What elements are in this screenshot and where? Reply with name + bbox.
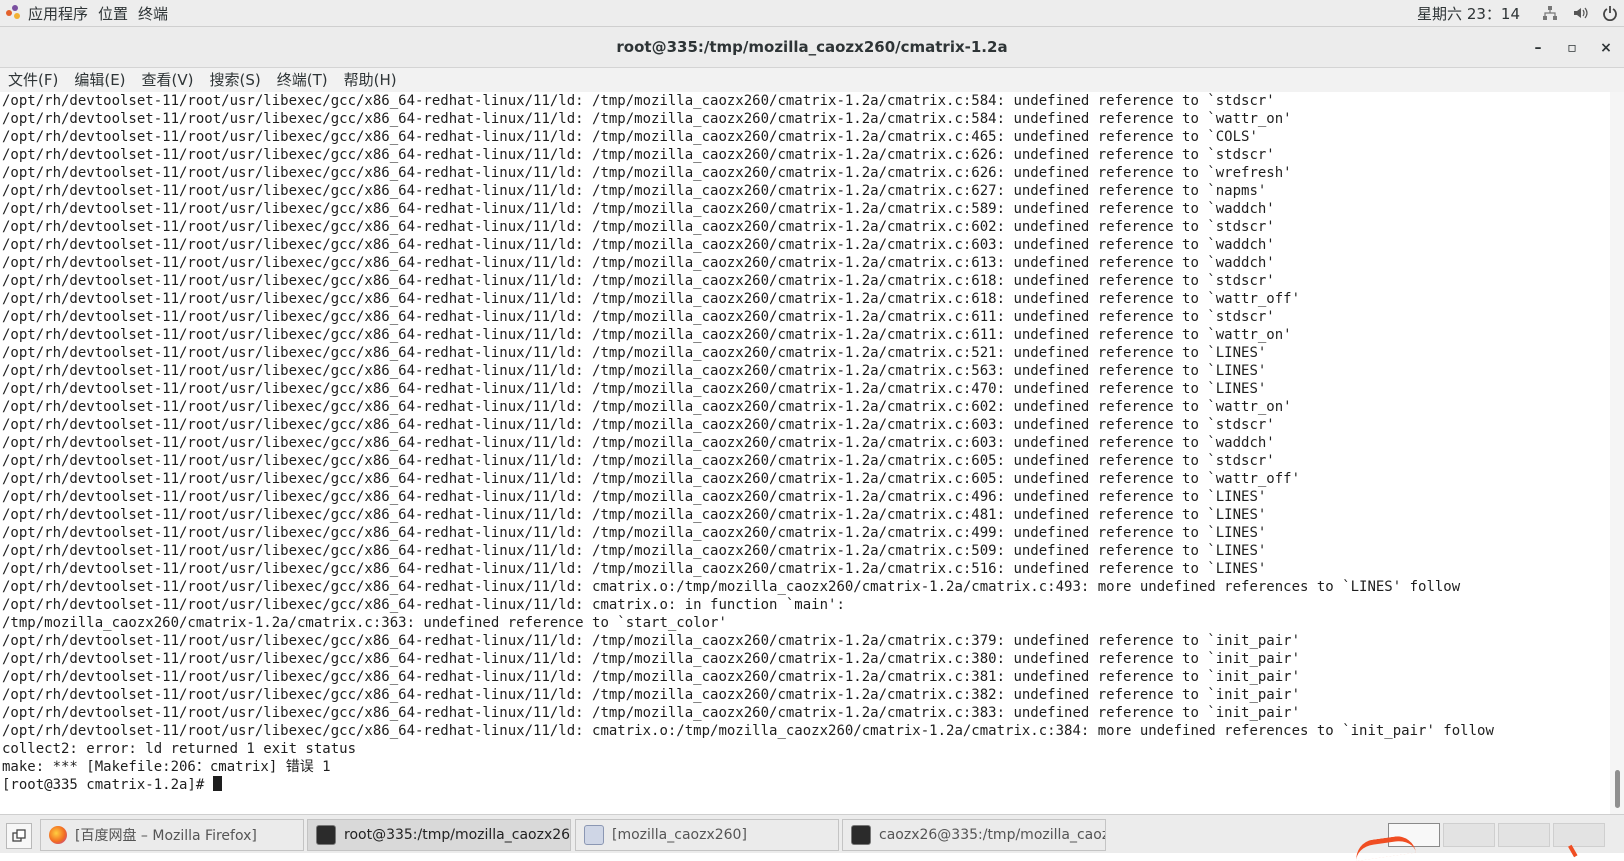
terminal-line: /opt/rh/devtoolset-11/root/usr/libexec/g… <box>2 345 1267 361</box>
terminal-line: /opt/rh/devtoolset-11/root/usr/libexec/g… <box>2 129 1258 145</box>
terminal-line: /opt/rh/devtoolset-11/root/usr/libexec/g… <box>2 597 845 613</box>
applications-icon <box>6 5 22 21</box>
scrollbar-thumb[interactable] <box>1615 770 1620 808</box>
terminal-line: /opt/rh/devtoolset-11/root/usr/libexec/g… <box>2 435 1275 451</box>
terminal-line: /opt/rh/devtoolset-11/root/usr/libexec/g… <box>2 525 1267 541</box>
terminal-line: /opt/rh/devtoolset-11/root/usr/libexec/g… <box>2 471 1301 487</box>
terminal-line: /opt/rh/devtoolset-11/root/usr/libexec/g… <box>2 633 1301 649</box>
file-manager-icon <box>584 825 604 845</box>
terminal-cursor <box>212 776 222 791</box>
close-button[interactable]: × <box>1595 37 1617 59</box>
menu-edit[interactable]: 编辑(E) <box>66 68 133 92</box>
terminal-line: /opt/rh/devtoolset-11/root/usr/libexec/g… <box>2 687 1301 703</box>
terminal-line: /opt/rh/devtoolset-11/root/usr/libexec/g… <box>2 93 1275 109</box>
terminal-line: /opt/rh/devtoolset-11/root/usr/libexec/g… <box>2 705 1301 721</box>
menu-help[interactable]: 帮助(H) <box>336 68 405 92</box>
terminal-line: /opt/rh/devtoolset-11/root/usr/libexec/g… <box>2 507 1267 523</box>
terminal-icon <box>851 825 871 845</box>
clock[interactable]: 星期六 23：14 <box>1417 3 1520 24</box>
task-file-manager[interactable]: [mozilla_caozx260] <box>575 819 839 851</box>
places-label: 位置 <box>98 4 129 23</box>
task-label: root@335:/tmp/mozilla_caozx260/··· <box>344 827 571 843</box>
terminal-line: /opt/rh/devtoolset-11/root/usr/libexec/g… <box>2 327 1292 343</box>
terminal-line: /opt/rh/devtoolset-11/root/usr/libexec/g… <box>2 543 1267 559</box>
menu-view[interactable]: 查看(V) <box>134 68 202 92</box>
terminal-prompt[interactable]: [root@335 cmatrix-1.2a]# <box>2 776 1610 794</box>
terminal-app-menu[interactable]: 终端 <box>138 0 178 26</box>
workspace-3[interactable] <box>1498 823 1550 847</box>
show-desktop-icon <box>12 829 26 842</box>
maximize-button[interactable]: ▫ <box>1561 37 1583 59</box>
task-label: [mozilla_caozx260] <box>612 827 747 843</box>
terminal-lines: /opt/rh/devtoolset-11/root/usr/libexec/g… <box>0 92 1610 794</box>
task-terminal-user[interactable]: caozx26@335:/tmp/mozilla_caozx··· <box>842 819 1106 851</box>
terminal-scrollbar[interactable] <box>1610 92 1624 814</box>
terminal-icon <box>316 825 336 845</box>
task-firefox[interactable]: [百度网盘 – Mozilla Firefox] <box>40 819 304 851</box>
terminal-line: /opt/rh/devtoolset-11/root/usr/libexec/g… <box>2 183 1267 199</box>
places-menu[interactable]: 位置 <box>98 0 138 26</box>
terminal-line: /opt/rh/devtoolset-11/root/usr/libexec/g… <box>2 165 1292 181</box>
terminal-line: /opt/rh/devtoolset-11/root/usr/libexec/g… <box>2 579 1461 595</box>
terminal-line: /opt/rh/devtoolset-11/root/usr/libexec/g… <box>2 147 1275 163</box>
terminal-line: /opt/rh/devtoolset-11/root/usr/libexec/g… <box>2 273 1275 289</box>
terminal-line: /opt/rh/devtoolset-11/root/usr/libexec/g… <box>2 489 1267 505</box>
applications-menu[interactable]: 应用程序 <box>0 0 98 26</box>
applications-label: 应用程序 <box>28 4 89 23</box>
task-terminal-root[interactable]: root@335:/tmp/mozilla_caozx260/··· <box>307 819 571 851</box>
power-icon[interactable] <box>1602 5 1618 21</box>
terminal-line: /opt/rh/devtoolset-11/root/usr/libexec/g… <box>2 669 1301 685</box>
terminal-line: collect2: error: ld returned 1 exit stat… <box>2 741 357 757</box>
prompt-text: [root@335 cmatrix-1.2a]# <box>2 777 213 793</box>
terminal-line: /opt/rh/devtoolset-11/root/usr/libexec/g… <box>2 309 1275 325</box>
network-icon[interactable] <box>1542 5 1558 21</box>
terminal-line: /opt/rh/devtoolset-11/root/usr/libexec/g… <box>2 201 1275 217</box>
terminal-line: /opt/rh/devtoolset-11/root/usr/libexec/g… <box>2 417 1275 433</box>
terminal-line: /opt/rh/devtoolset-11/root/usr/libexec/g… <box>2 111 1292 127</box>
minimize-button[interactable]: – <box>1527 37 1549 59</box>
workspace-2[interactable] <box>1443 823 1495 847</box>
terminal-line: /opt/rh/devtoolset-11/root/usr/libexec/g… <box>2 399 1292 415</box>
window-titlebar[interactable]: root@335:/tmp/mozilla_caozx260/cmatrix-1… <box>0 27 1624 68</box>
terminal-line: /opt/rh/devtoolset-11/root/usr/libexec/g… <box>2 255 1275 271</box>
menubar: 文件(F) 编辑(E) 查看(V) 搜索(S) 终端(T) 帮助(H) <box>0 68 1624 92</box>
task-label: caozx26@335:/tmp/mozilla_caozx··· <box>879 827 1106 843</box>
menu-file[interactable]: 文件(F) <box>0 68 66 92</box>
terminal-line: /opt/rh/devtoolset-11/root/usr/libexec/g… <box>2 453 1275 469</box>
terminal-line: /opt/rh/devtoolset-11/root/usr/libexec/g… <box>2 561 1267 577</box>
terminal-line: /opt/rh/devtoolset-11/root/usr/libexec/g… <box>2 651 1301 667</box>
terminal-line: /opt/rh/devtoolset-11/root/usr/libexec/g… <box>2 291 1301 307</box>
terminal-line: /opt/rh/devtoolset-11/root/usr/libexec/g… <box>2 237 1275 253</box>
firefox-icon <box>49 826 67 844</box>
top-panel: 应用程序 位置 终端 星期六 23：14 <box>0 0 1624 27</box>
menu-terminal[interactable]: 终端(T) <box>269 68 336 92</box>
terminal-line: /opt/rh/devtoolset-11/root/usr/libexec/g… <box>2 219 1275 235</box>
terminal-line: /opt/rh/devtoolset-11/root/usr/libexec/g… <box>2 363 1267 379</box>
menu-search[interactable]: 搜索(S) <box>202 68 269 92</box>
terminal-line: /opt/rh/devtoolset-11/root/usr/libexec/g… <box>2 723 1494 739</box>
volume-icon[interactable] <box>1572 5 1588 21</box>
terminal-output[interactable]: /opt/rh/devtoolset-11/root/usr/libexec/g… <box>0 92 1610 814</box>
terminal-app-label: 终端 <box>138 4 169 23</box>
terminal-line: /opt/rh/devtoolset-11/root/usr/libexec/g… <box>2 381 1267 397</box>
task-label: [百度网盘 – Mozilla Firefox] <box>75 828 257 844</box>
terminal-line: /tmp/mozilla_caozx260/cmatrix-1.2a/cmatr… <box>2 615 727 631</box>
show-desktop-button[interactable] <box>6 823 32 849</box>
system-tray: 星期六 23：14 <box>1417 0 1618 26</box>
terminal-line: make: *** [Makefile:206：cmatrix] 错误 1 <box>2 759 331 775</box>
window-title: root@335:/tmp/mozilla_caozx260/cmatrix-1… <box>616 38 1008 56</box>
